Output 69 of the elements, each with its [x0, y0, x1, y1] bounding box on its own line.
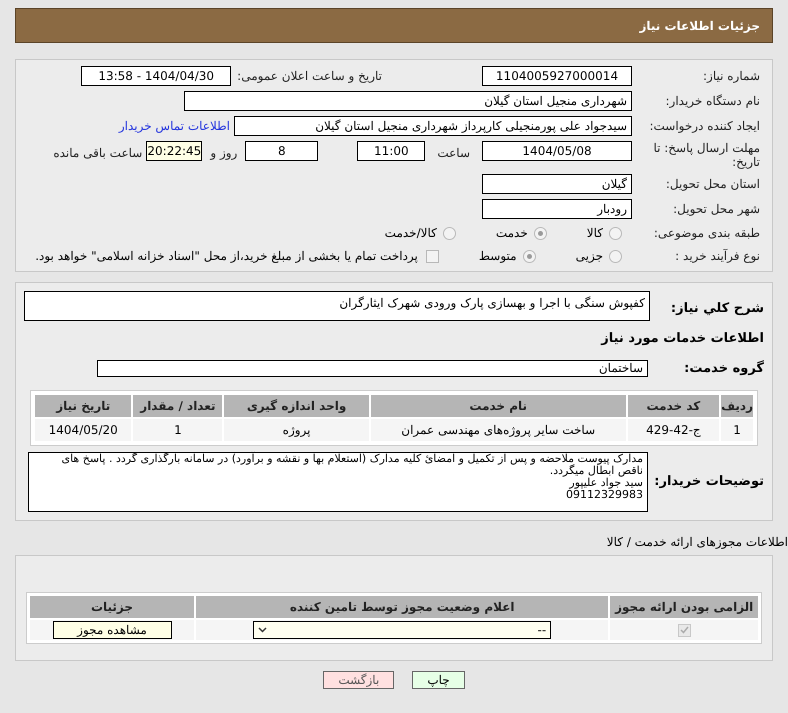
- need-number-field[interactable]: 1104005927000014: [482, 66, 632, 86]
- field-label: شرح کلي نياز:: [670, 300, 764, 318]
- field-label: شهر محل تحویل:: [672, 201, 760, 218]
- section-title: اطلاعات مجوزهای ارائه خدمت / کالا: [606, 534, 788, 551]
- table-cell: ج-42-429: [628, 419, 720, 441]
- back-button[interactable]: بازگشت: [323, 671, 394, 689]
- status-dropdown[interactable]: --: [253, 621, 552, 639]
- page-title: جزئیات اطلاعات نیاز: [639, 18, 760, 34]
- radio-button[interactable]: [442, 226, 456, 240]
- field-label: ایجاد کننده درخواست:: [648, 118, 760, 135]
- column-header: جزئیات: [30, 596, 194, 618]
- remaining-time-field[interactable]: 20:22:45: [146, 141, 202, 161]
- notes-text: سید جواد علیپور: [568, 477, 643, 489]
- field-label: استان محل تحویل:: [664, 176, 760, 193]
- column-header: تاریخ نیاز: [35, 395, 132, 417]
- province-field[interactable]: گیلان: [482, 174, 632, 194]
- column-header: الزامی بودن ارائه مجوز: [610, 596, 758, 618]
- notes-text: 09112329983: [565, 489, 643, 501]
- deadline-time-field[interactable]: 11:00: [357, 141, 426, 161]
- radio-label: کالا: [586, 225, 603, 242]
- field-label: مهلت ارسال پاسخ: تا تاریخ:: [652, 141, 760, 169]
- field-label: تاریخ و ساعت اعلان عمومی:: [237, 68, 382, 85]
- checkbox[interactable]: [426, 250, 439, 262]
- announce-date-field[interactable]: 1404/04/30 - 13:58: [81, 66, 232, 86]
- radio-label: خدمت: [496, 225, 528, 242]
- radio-button[interactable]: [534, 226, 547, 240]
- payment-note: پرداخت تمام یا بخشی از مبلغ خرید،از محل "اسناد خزانه اسلامی" خواهد بود.: [35, 248, 418, 265]
- field-label: نوع فرآیند خرید :: [674, 248, 760, 265]
- radio-button[interactable]: [522, 250, 536, 262]
- column-header: ردیف: [721, 395, 753, 417]
- radio-button[interactable]: [609, 226, 622, 240]
- view-permit-button[interactable]: مشاهده مجوز: [52, 621, 172, 639]
- radio-button[interactable]: [609, 250, 622, 262]
- field-label: شماره نیاز:: [702, 68, 760, 85]
- summary-textarea[interactable]: کفپوش سنگی با اجرا و بهسازی پارک ورودی شهرک ایثارگران: [24, 291, 650, 321]
- print-button[interactable]: چاپ: [412, 671, 465, 689]
- field-label: روز و: [210, 145, 238, 162]
- table-cell: 1404/05/20: [35, 419, 132, 441]
- radio-label: متوسط: [478, 248, 517, 265]
- field-label: نام دستگاه خریدار:: [664, 93, 760, 110]
- requester-field[interactable]: سیدجواد علی پورمنجیلی کارپرداز شهرداری منجیل استان گیلان: [234, 116, 632, 136]
- checkbox[interactable]: [678, 624, 691, 636]
- notes-text: مدارک پیوست ملاحضه و پس از تکمیل و امضائ کلیه مدارک (استعلام بها و نقشه و برآورد) در سامانه بارگذاری گردد . پاسخ های ناقص ابطال میگردد.: [60, 453, 643, 477]
- table-cell: پروژه: [224, 419, 369, 441]
- section-title: اطلاعات خدمات مورد نیاز: [600, 330, 764, 348]
- days-field[interactable]: 8: [245, 141, 318, 161]
- checkmark-icon: [680, 626, 689, 634]
- column-header: اعلام وضعیت مجوز توسط تامین کننده: [196, 596, 608, 618]
- buyer-org-field[interactable]: شهرداری منجیل استان گیلان: [184, 91, 632, 111]
- column-header: تعداد / مقدار: [133, 395, 222, 417]
- table-cell: ساخت سایر پروژه‌های مهندسی عمران: [370, 419, 626, 441]
- contact-link[interactable]: اطلاعات تماس خریدار: [118, 117, 230, 135]
- column-header: کد خدمت: [628, 395, 720, 417]
- radio-label: جزیی: [576, 248, 603, 265]
- chevron-down-icon: [258, 627, 268, 633]
- table-cell: 1: [721, 419, 753, 441]
- column-header: نام خدمت: [370, 395, 626, 417]
- table-cell: 1: [133, 419, 222, 441]
- field-label: طبقه بندی موضوعی:: [652, 225, 760, 242]
- city-field[interactable]: رودبار: [482, 199, 632, 219]
- field-label: ساعت: [437, 145, 470, 162]
- column-header: واحد اندازه گیری: [224, 395, 369, 417]
- field-label: توضیحات خریدار:: [653, 473, 764, 492]
- deadline-date-field[interactable]: 1404/05/08: [482, 141, 632, 161]
- dropdown-value: --: [538, 622, 546, 639]
- field-label: گروه خدمت:: [683, 359, 764, 378]
- radio-label: کالا/خدمت: [384, 225, 437, 242]
- service-group-field[interactable]: ساختمان: [97, 360, 648, 377]
- field-label: ساعت باقی مانده: [53, 145, 142, 162]
